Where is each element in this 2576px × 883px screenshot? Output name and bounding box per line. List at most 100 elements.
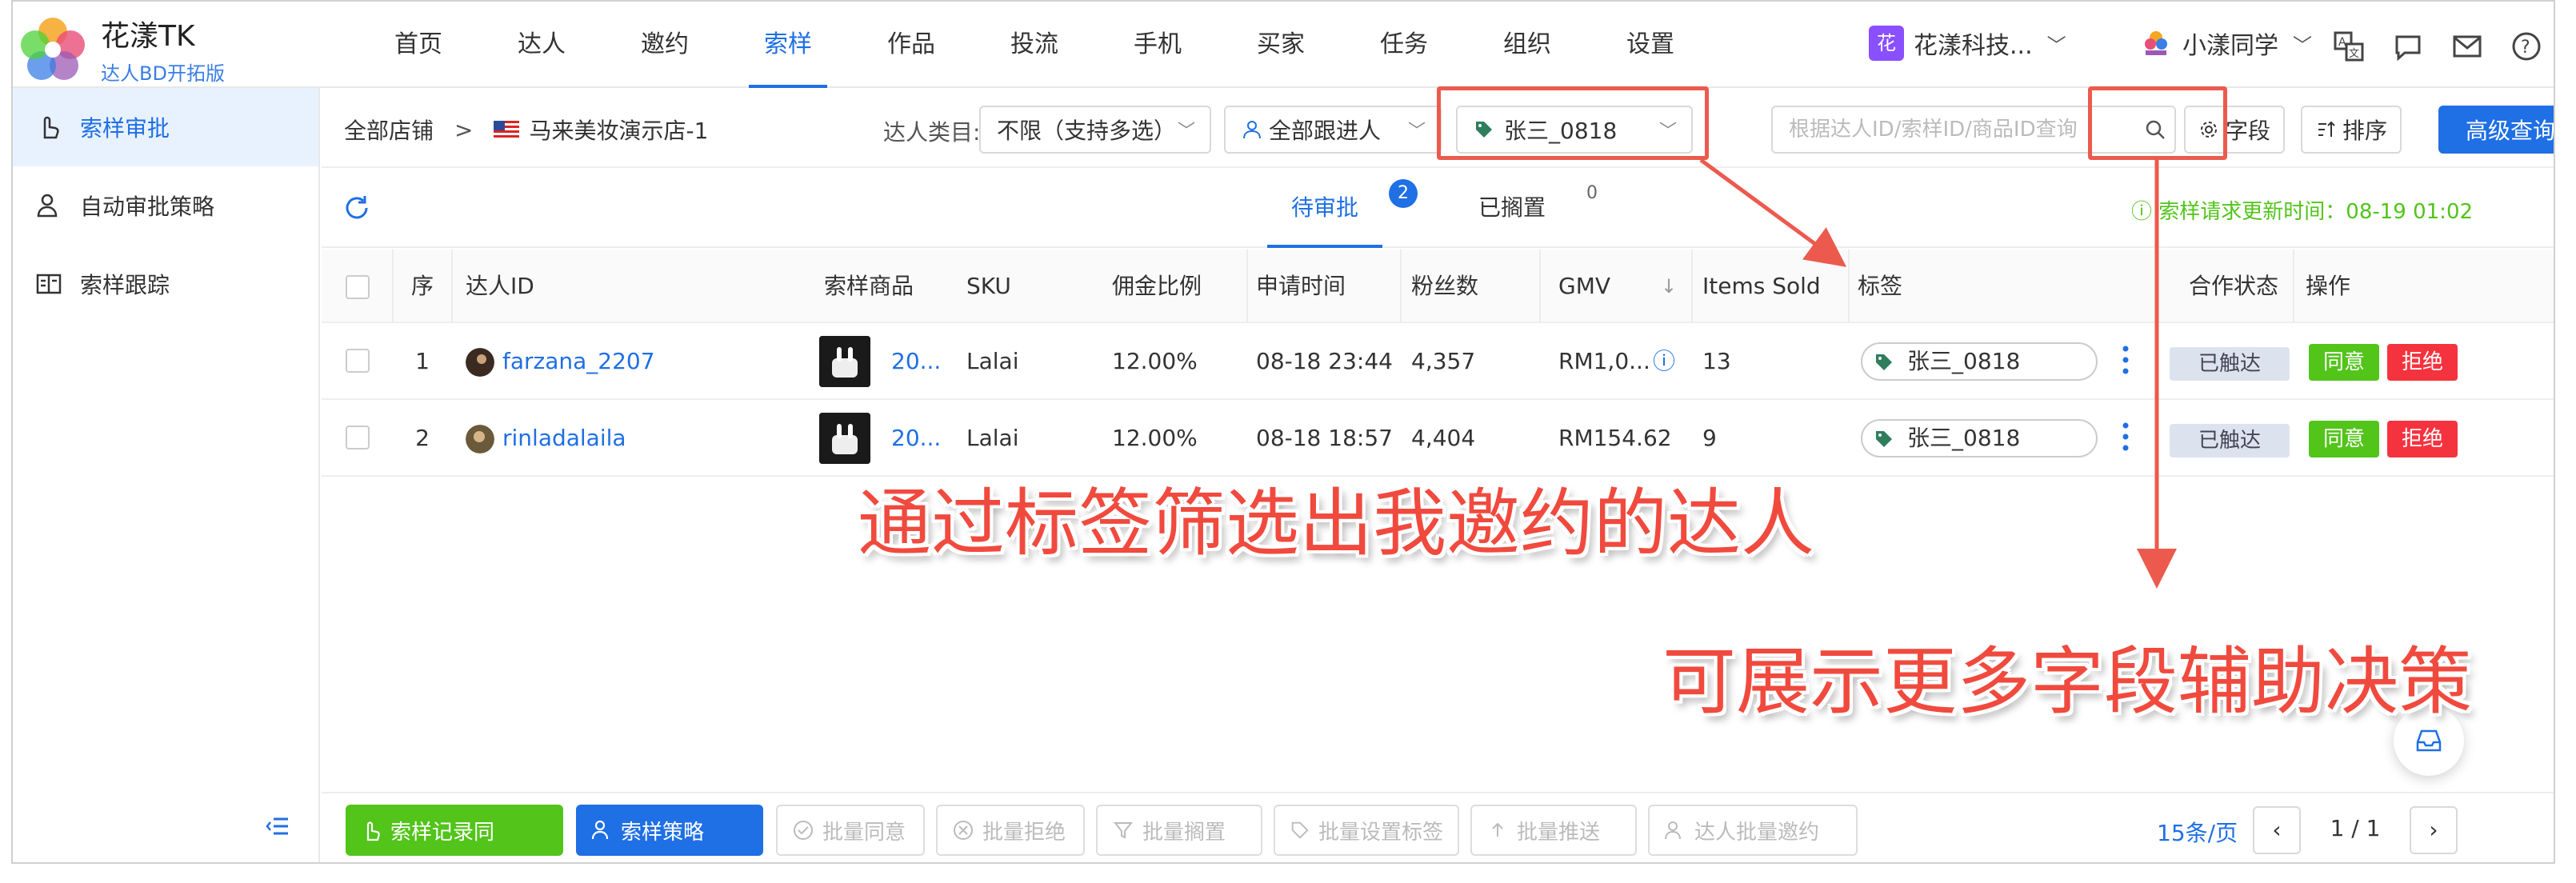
chat-icon[interactable] (2392, 30, 2424, 62)
sidebar-item-sample-tracking[interactable]: 索样跟踪 (13, 245, 318, 323)
nav-phone[interactable]: 手机 (1096, 2, 1219, 88)
reject-button[interactable]: 拒绝 (2387, 344, 2458, 381)
nav-creators[interactable]: 达人 (480, 2, 603, 88)
sort-button[interactable]: 排序 (2301, 106, 2402, 154)
chevron-down-icon: ﹀ (2046, 34, 2066, 57)
batch-tag-label: 批量设置标签 (1318, 820, 1443, 845)
info-circle-icon: ⓘ (2131, 200, 2153, 224)
check-circle-icon (794, 821, 813, 840)
hand-pointer-icon (43, 116, 59, 139)
sort-desc-icon[interactable]: ↓ (1661, 250, 1677, 323)
sample-records-button[interactable]: 索样记录同 (346, 805, 563, 856)
product-link[interactable]: 20... (891, 323, 941, 400)
nav-ads[interactable]: 投流 (973, 2, 1096, 88)
batch-invite-button[interactable]: 达人批量邀约 (1648, 805, 1858, 856)
tab-shelved[interactable]: 已搁置 (1478, 168, 1546, 248)
sidebar-item-label: 自动审批策略 (80, 194, 215, 220)
filter-icon (1113, 822, 1134, 839)
id-card-icon (36, 274, 62, 294)
nav-home[interactable]: 首页 (357, 2, 480, 88)
follower-select[interactable]: 全部跟进人 ﹀ (1224, 106, 1442, 154)
fields-button-highlight (2088, 86, 2227, 160)
advanced-search-label: 高级查询 (2465, 118, 2555, 144)
items-sold-cell: 13 (1702, 348, 1731, 374)
org-badge: 花 (1869, 26, 1904, 61)
product-thumbnail[interactable] (819, 413, 870, 464)
page-size-select[interactable]: 15条/页 (2157, 816, 2238, 848)
sample-strategy-button[interactable]: 索样策略 (576, 805, 763, 856)
tag-text: 张三_0818 (1907, 348, 2021, 374)
tab-pending[interactable]: 待审批 (1266, 168, 1383, 248)
update-time: ⓘ 索样请求更新时间：08-19 01:02 (2131, 195, 2473, 225)
more-vertical-icon[interactable] (2122, 421, 2130, 453)
update-time-text: 索样请求更新时间：08-19 01:02 (2158, 200, 2474, 224)
org-switcher[interactable]: 花 花漾科技... ﹀ (1869, 26, 2066, 61)
nav-samples[interactable]: 索样 (726, 2, 850, 88)
col-gmv[interactable]: GMV (1558, 250, 1610, 323)
tag-text: 张三_0818 (1907, 425, 2021, 451)
more-vertical-icon[interactable] (2122, 344, 2130, 376)
row-seq: 1 (415, 348, 430, 374)
col-creator: 达人ID (466, 273, 534, 299)
collapse-sidebar-icon[interactable] (266, 814, 290, 838)
advanced-search-button[interactable]: 高级查询 (2438, 106, 2555, 154)
user-icon (1243, 121, 1261, 139)
creator-link[interactable]: farzana_2207 (502, 348, 655, 374)
chevron-down-icon: ﹀ (2293, 34, 2312, 57)
mail-icon[interactable] (2451, 30, 2483, 62)
refresh-icon[interactable] (342, 194, 371, 222)
product-thumbnail[interactable] (819, 336, 870, 387)
sidebar-item-sample-approval[interactable]: 索样审批 (13, 88, 318, 166)
creator-link[interactable]: rinladalaila (502, 425, 626, 451)
shelved-count-badge: 0 (1578, 179, 1606, 208)
batch-push-button[interactable]: 批量推送 (1470, 805, 1637, 856)
page-indicator: 1 / 1 (2310, 806, 2400, 854)
search-placeholder: 根据达人ID/索样ID/商品ID查询 (1789, 118, 2078, 142)
nav-tasks[interactable]: 任务 (1342, 2, 1466, 88)
row-checkbox[interactable] (346, 426, 370, 449)
select-all-checkbox[interactable] (346, 275, 370, 299)
upload-icon (1492, 822, 1503, 837)
nav-settings[interactable]: 设置 (1589, 2, 1712, 88)
nav-invitations[interactable]: 邀约 (603, 2, 726, 88)
user-avatar-icon (2145, 31, 2167, 55)
chevron-down-icon: ﹀ (1177, 122, 1195, 142)
next-page-button[interactable]: › (2410, 806, 2458, 854)
approve-button[interactable]: 同意 (2309, 421, 2379, 457)
batch-shelve-button[interactable]: 批量搁置 (1096, 805, 1262, 856)
batch-reject-button[interactable]: 批量拒绝 (936, 805, 1085, 856)
table-row[interactable]: 1 farzana_2207 20... Lalai 12.00% 08-18 … (322, 323, 2554, 400)
pending-count-badge: 2 (1389, 179, 1418, 208)
tag-pill[interactable]: 张三_0818 (1861, 342, 2098, 381)
category-select[interactable]: 不限（支持多选） ﹀ (979, 106, 1211, 154)
row-checkbox[interactable] (346, 349, 370, 373)
apply-time-cell: 08-18 23:44 (1256, 348, 1393, 374)
nav-works[interactable]: 作品 (850, 2, 973, 88)
sort-icon (2318, 121, 2335, 137)
reject-button[interactable]: 拒绝 (2387, 421, 2458, 457)
sidebar: 索样审批 自动审批策略 索样跟踪 (13, 88, 320, 862)
batch-tag-button[interactable]: 批量设置标签 (1274, 805, 1459, 856)
breadcrumb-all-stores[interactable]: 全部店铺 (344, 114, 434, 146)
col-sku: SKU (966, 273, 1011, 299)
user-menu[interactable]: 小漾同学 ﹀ (2141, 26, 2312, 61)
col-followers: 粉丝数 (1411, 273, 1479, 299)
category-label: 达人类目: (883, 119, 981, 146)
approve-button[interactable]: 同意 (2309, 344, 2379, 381)
chevron-down-icon: ﹀ (1407, 122, 1426, 142)
nav-org[interactable]: 组织 (1466, 2, 1589, 88)
fields-label: 字段 (2226, 118, 2271, 144)
sidebar-item-auto-approval[interactable]: 自动审批策略 (13, 166, 318, 245)
translate-icon[interactable]: A文 (2333, 30, 2365, 62)
main-nav: 首页 达人 邀约 索样 作品 投流 手机 买家 任务 组织 设置 (357, 2, 1712, 88)
column-divider (1539, 250, 1541, 323)
svg-text:文: 文 (2349, 48, 2359, 60)
breadcrumb-store[interactable]: 马来美妆演示店-1 (529, 114, 708, 146)
nav-buyers[interactable]: 买家 (1219, 2, 1342, 88)
prev-page-button[interactable]: ‹ (2253, 806, 2301, 854)
tag-pill[interactable]: 张三_0818 (1861, 419, 2098, 457)
batch-invite-label: 达人批量邀约 (1694, 820, 1820, 845)
info-circle-icon[interactable]: ⓘ (1653, 323, 1675, 400)
batch-approve-button[interactable]: 批量同意 (776, 805, 925, 856)
help-icon[interactable]: ? (2510, 30, 2542, 62)
